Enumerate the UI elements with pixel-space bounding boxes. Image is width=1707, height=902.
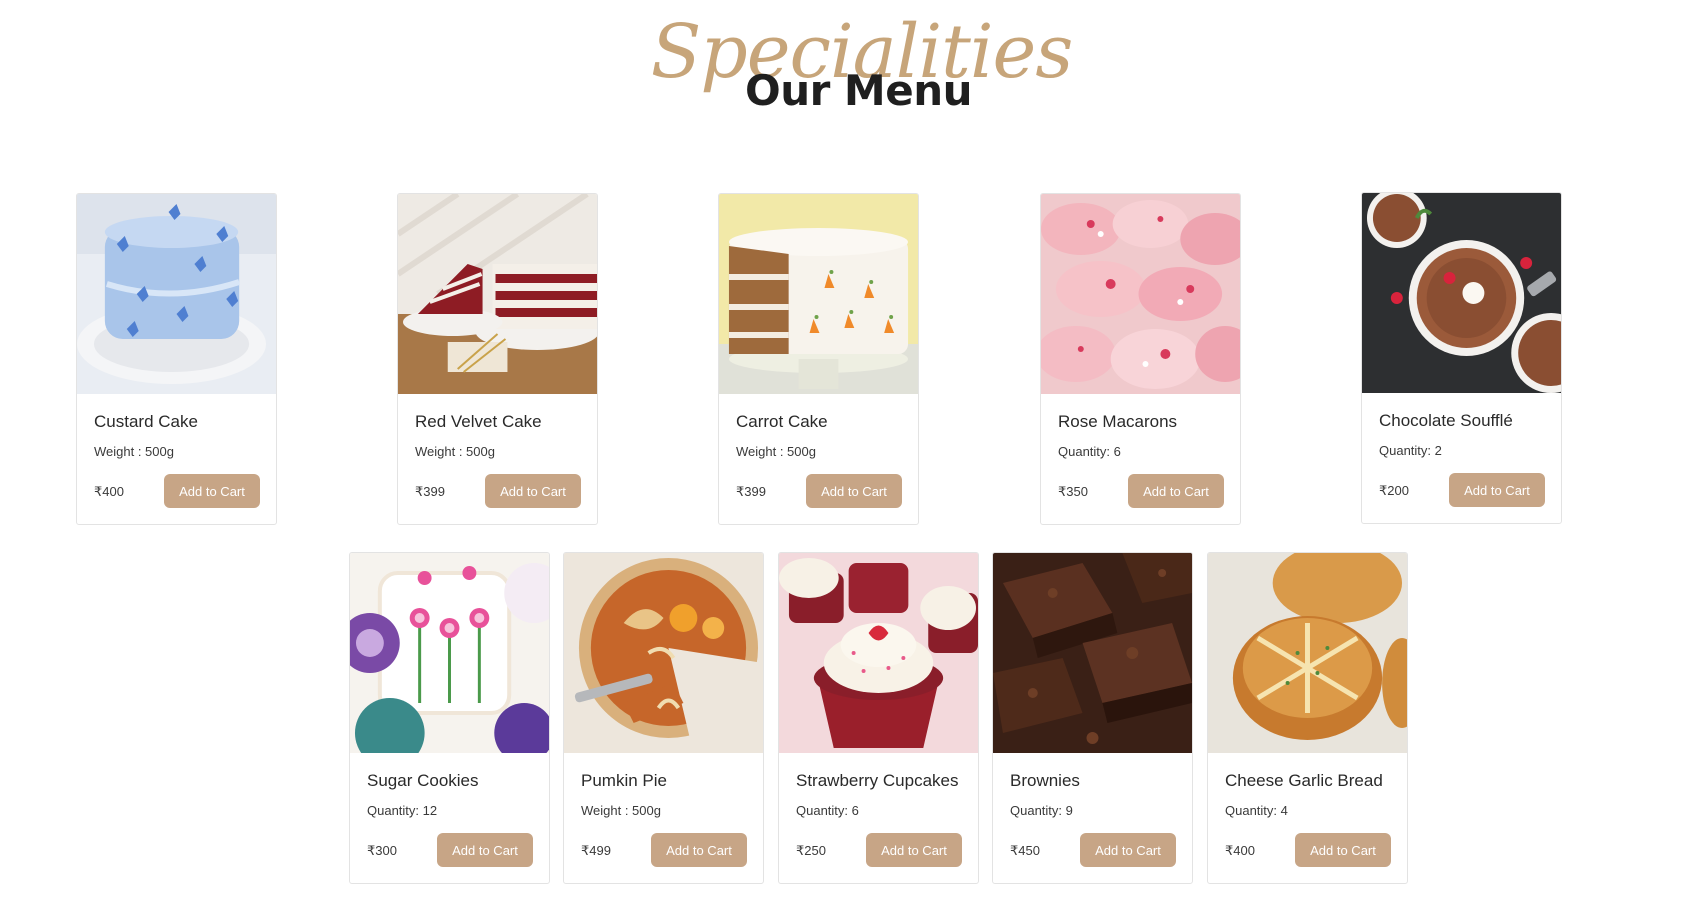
product-price: ₹399 xyxy=(736,484,766,499)
page-title: Our Menu xyxy=(744,66,973,115)
product-price: ₹200 xyxy=(1379,483,1409,498)
menu-page: Specialities Our Menu Custard Cake Weigh… xyxy=(0,0,1707,902)
product-quantity: Quantity: 9 xyxy=(1010,803,1073,818)
product-weight: Weight : 500g xyxy=(581,803,661,818)
product-image xyxy=(1208,553,1407,753)
product-card-pumkin-pie: Pumkin Pie Weight : 500g ₹499 Add to Car… xyxy=(563,552,764,884)
add-to-cart-button[interactable]: Add to Cart xyxy=(1449,473,1545,507)
product-image xyxy=(350,553,549,753)
product-quantity: Quantity: 2 xyxy=(1379,443,1442,458)
add-to-cart-button[interactable]: Add to Cart xyxy=(164,474,260,508)
product-price: ₹250 xyxy=(796,843,826,858)
product-name: Pumkin Pie xyxy=(581,771,667,790)
product-quantity: Quantity: 12 xyxy=(367,803,438,818)
product-image xyxy=(719,194,918,394)
chocolate-souffle-image xyxy=(1362,193,1561,393)
product-name: Custard Cake xyxy=(94,412,198,431)
product-image xyxy=(398,194,597,394)
product-price: ₹400 xyxy=(1225,843,1255,858)
product-card-cheese-garlic-bread: Cheese Garlic Bread Quantity: 4 ₹400 Add… xyxy=(1207,552,1408,884)
product-price: ₹450 xyxy=(1010,843,1040,858)
add-to-cart-button[interactable]: Add to Cart xyxy=(866,833,962,867)
add-to-cart-button[interactable]: Add to Cart xyxy=(485,474,581,508)
add-to-cart-button[interactable]: Add to Cart xyxy=(651,833,747,867)
product-quantity: Quantity: 6 xyxy=(1058,444,1121,459)
product-price: ₹350 xyxy=(1058,484,1088,499)
product-card-sugar-cookies: Sugar Cookies Quantity: 12 ₹300 Add to C… xyxy=(349,552,550,884)
product-weight: Weight : 500g xyxy=(736,444,816,459)
strawberry-cupcakes-image xyxy=(779,553,978,753)
product-card-chocolate-souffle: Chocolate Soufflé Quantity: 2 ₹200 Add t… xyxy=(1361,192,1562,524)
product-image xyxy=(77,194,276,394)
product-name: Carrot Cake xyxy=(736,412,828,431)
blue-butterfly-cake-image xyxy=(77,194,276,394)
product-name: Strawberry Cupcakes xyxy=(796,771,959,790)
product-image xyxy=(1041,194,1240,394)
carrot-cake-image xyxy=(719,194,918,394)
product-image xyxy=(993,553,1192,753)
sugar-cookies-image xyxy=(350,553,549,753)
product-name: Chocolate Soufflé xyxy=(1379,411,1513,430)
product-weight: Weight : 500g xyxy=(94,444,174,459)
menu-heading: Specialities Our Menu xyxy=(0,0,1707,130)
product-price: ₹499 xyxy=(581,843,611,858)
product-card-carrot-cake: Carrot Cake Weight : 500g ₹399 Add to Ca… xyxy=(718,193,919,525)
product-card-custard-cake: Custard Cake Weight : 500g ₹400 Add to C… xyxy=(76,193,277,525)
product-card-rose-macarons: Rose Macarons Quantity: 6 ₹350 Add to Ca… xyxy=(1040,193,1241,525)
add-to-cart-button[interactable]: Add to Cart xyxy=(806,474,902,508)
product-card-red-velvet-cake: Red Velvet Cake Weight : 500g ₹399 Add t… xyxy=(397,193,598,525)
garlic-bread-image xyxy=(1208,553,1407,753)
product-quantity: Quantity: 6 xyxy=(796,803,859,818)
product-quantity: Quantity: 4 xyxy=(1225,803,1288,818)
product-price: ₹400 xyxy=(94,484,124,499)
product-price: ₹399 xyxy=(415,484,445,499)
product-card-strawberry-cupcakes: Strawberry Cupcakes Quantity: 6 ₹250 Add… xyxy=(778,552,979,884)
product-name: Brownies xyxy=(1010,771,1080,790)
add-to-cart-button[interactable]: Add to Cart xyxy=(1295,833,1391,867)
pink-macarons-image xyxy=(1041,194,1240,394)
add-to-cart-button[interactable]: Add to Cart xyxy=(1080,833,1176,867)
brownies-image xyxy=(993,553,1192,753)
product-weight: Weight : 500g xyxy=(415,444,495,459)
product-name: Rose Macarons xyxy=(1058,412,1178,431)
product-image xyxy=(564,553,763,753)
product-image xyxy=(1362,193,1561,393)
product-name: Red Velvet Cake xyxy=(415,412,542,431)
product-name: Cheese Garlic Bread xyxy=(1225,771,1383,790)
red-velvet-cake-image xyxy=(398,194,597,394)
product-name: Sugar Cookies xyxy=(367,771,479,790)
product-image xyxy=(779,553,978,753)
product-price: ₹300 xyxy=(367,843,397,858)
pumpkin-pie-image xyxy=(564,553,763,753)
add-to-cart-button[interactable]: Add to Cart xyxy=(437,833,533,867)
add-to-cart-button[interactable]: Add to Cart xyxy=(1128,474,1224,508)
product-card-brownies: Brownies Quantity: 9 ₹450 Add to Cart xyxy=(992,552,1193,884)
